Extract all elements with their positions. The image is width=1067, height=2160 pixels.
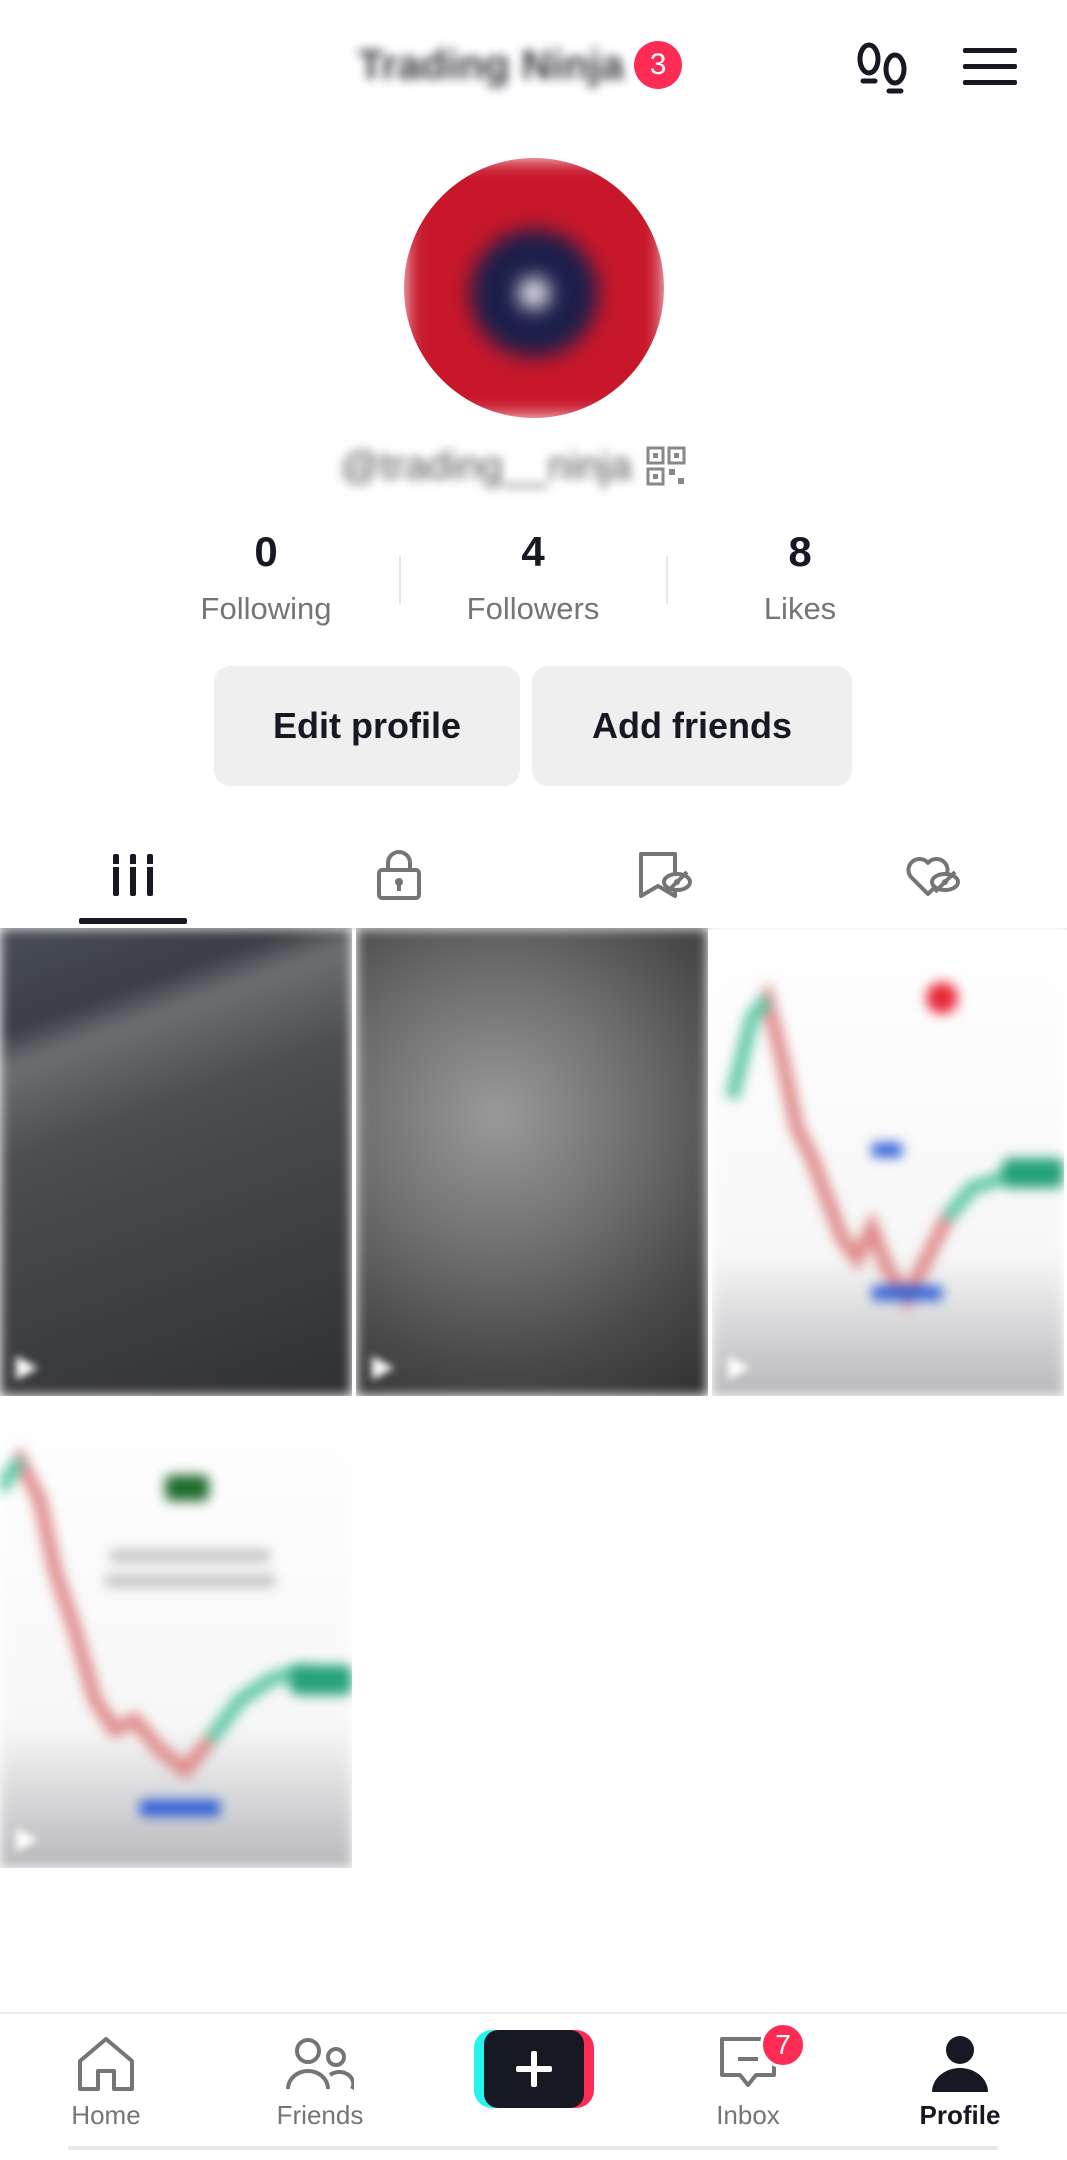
view-count bbox=[14, 1354, 40, 1382]
view-count bbox=[726, 1354, 752, 1382]
tab-private[interactable] bbox=[266, 820, 532, 930]
view-count bbox=[14, 1826, 40, 1854]
profile-icon bbox=[932, 2036, 988, 2092]
nav-friends-label: Friends bbox=[276, 2100, 364, 2130]
edit-profile-button[interactable]: Edit profile bbox=[214, 666, 520, 786]
followers-count: 4 bbox=[521, 528, 545, 575]
nav-friends[interactable]: Friends bbox=[230, 2014, 410, 2160]
hamburger-menu-icon bbox=[963, 48, 1017, 85]
nav-home[interactable]: Home bbox=[16, 2014, 196, 2160]
create-button[interactable] bbox=[474, 2030, 594, 2108]
chart-thumbnail-graphic bbox=[725, 982, 1064, 1312]
video-thumbnail-image bbox=[0, 1400, 352, 1868]
account-notification-badge: 3 bbox=[634, 41, 683, 89]
bookmark-hidden-icon bbox=[639, 852, 692, 898]
account-switcher[interactable]: Trading Ninja 3 bbox=[358, 38, 683, 92]
nav-profile-label: Profile bbox=[919, 2100, 1001, 2130]
nav-inbox[interactable]: Inbox bbox=[658, 2014, 838, 2160]
video-thumbnail-image bbox=[0, 928, 352, 1396]
home-icon bbox=[78, 2037, 134, 2091]
nav-home-label: Home bbox=[71, 2100, 141, 2130]
profile-handle: @trading__ninja bbox=[340, 443, 632, 488]
qr-code-icon[interactable] bbox=[646, 446, 686, 486]
video-thumbnail[interactable] bbox=[0, 928, 352, 1396]
friends-icon bbox=[286, 2038, 354, 2090]
stat-following[interactable]: 0 Following bbox=[156, 520, 376, 634]
profile-tabs bbox=[0, 820, 1067, 930]
lock-icon bbox=[377, 850, 421, 900]
avatar-image bbox=[404, 158, 664, 418]
chart-thumbnail-graphic bbox=[0, 1446, 352, 1816]
video-thumbnail[interactable] bbox=[356, 928, 708, 1396]
account-name: Trading Ninja bbox=[358, 41, 625, 88]
home-indicator bbox=[68, 2146, 998, 2150]
footprints-icon bbox=[857, 42, 907, 94]
add-friends-button[interactable]: Add friends bbox=[532, 666, 852, 786]
tab-liked[interactable] bbox=[800, 820, 1066, 930]
nav-profile[interactable]: Profile bbox=[870, 2014, 1050, 2160]
liked-hidden-icon bbox=[906, 857, 960, 896]
inbox-badge: 7 bbox=[760, 2022, 806, 2068]
video-thumbnail[interactable] bbox=[712, 928, 1064, 1396]
likes-count: 8 bbox=[788, 528, 812, 575]
video-thumbnail-image bbox=[712, 928, 1064, 1396]
play-icon bbox=[16, 1356, 38, 1380]
video-thumbnail[interactable] bbox=[0, 1400, 352, 1868]
tab-favorites[interactable] bbox=[532, 820, 798, 930]
play-icon bbox=[372, 1356, 394, 1380]
play-icon bbox=[728, 1356, 750, 1380]
view-count bbox=[370, 1354, 396, 1382]
avatar[interactable] bbox=[404, 158, 664, 418]
likes-label: Likes bbox=[763, 591, 837, 626]
play-icon bbox=[16, 1828, 38, 1852]
plus-icon bbox=[516, 2051, 552, 2087]
stat-followers[interactable]: 4 Followers bbox=[423, 520, 643, 634]
active-tab-indicator bbox=[79, 918, 187, 924]
top-header: Trading Ninja 3 bbox=[0, 0, 1067, 130]
create-button-core bbox=[484, 2030, 584, 2108]
following-count: 0 bbox=[254, 528, 278, 575]
handle-row: @trading__ninja bbox=[340, 438, 686, 494]
videos-grid-icon bbox=[111, 854, 155, 896]
nav-inbox-label: Inbox bbox=[716, 2100, 780, 2130]
following-label: Following bbox=[200, 591, 332, 626]
followers-label: Followers bbox=[466, 591, 600, 626]
footprints-button[interactable] bbox=[852, 36, 912, 96]
stat-divider bbox=[399, 556, 401, 604]
stat-likes[interactable]: 8 Likes bbox=[690, 520, 910, 634]
tab-videos[interactable] bbox=[0, 820, 266, 930]
stat-divider bbox=[666, 556, 668, 604]
video-thumbnail-image bbox=[356, 928, 708, 1396]
menu-button[interactable] bbox=[960, 38, 1020, 94]
